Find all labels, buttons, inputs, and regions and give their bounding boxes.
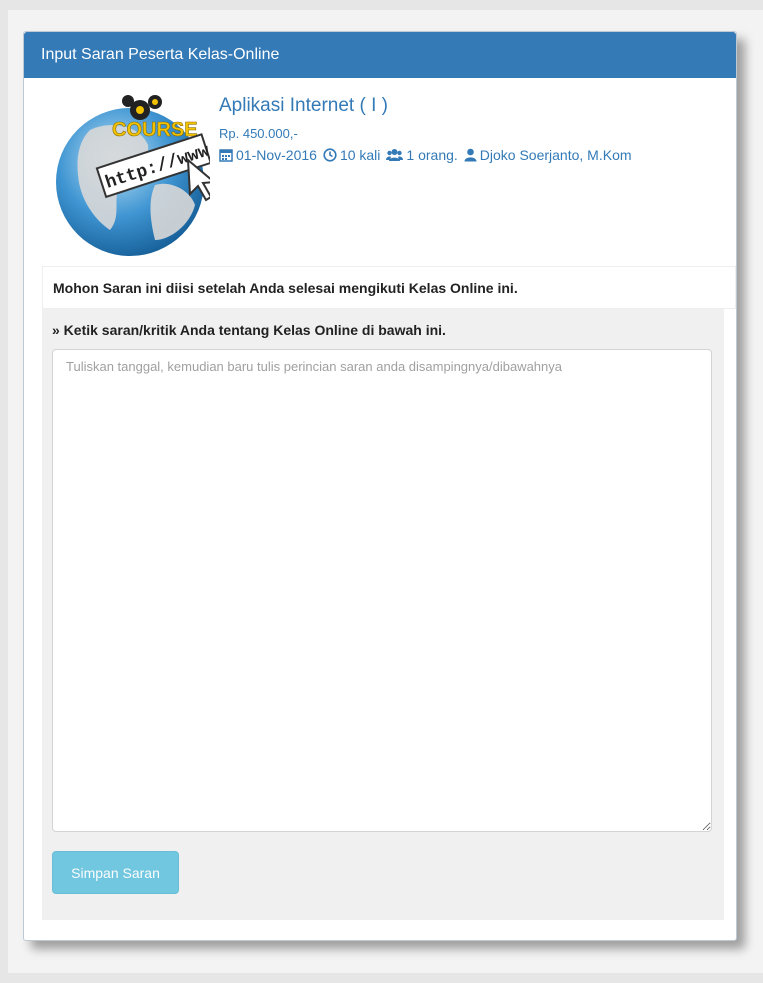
course-instructor-text: Djoko Soerjanto, M.Kom <box>479 147 632 163</box>
panel-heading: Input Saran Peserta Kelas-Online <box>24 32 736 78</box>
form-notice-text: Mohon Saran ini diisi setelah Anda seles… <box>53 279 518 296</box>
thumbnail-course-text: COURSE <box>112 119 198 141</box>
course-price: Rp. 450.000,- <box>219 126 298 141</box>
user-icon <box>464 148 477 162</box>
course-thumbnail: COURSE http://www <box>56 95 210 256</box>
course-date: 01-Nov-2016 <box>219 147 317 163</box>
calendar-icon <box>219 149 233 162</box>
users-icon <box>386 149 404 161</box>
form-notice: Mohon Saran ini diisi setelah Anda seles… <box>42 266 736 309</box>
course-participants: 1 orang. <box>386 147 458 163</box>
panel-title: Input Saran Peserta Kelas-Online <box>41 46 280 63</box>
course-instructor: Djoko Soerjanto, M.Kom <box>464 147 632 163</box>
course-sessions-text: 10 kali <box>339 147 381 163</box>
simpan-saran-button[interactable]: Simpan Saran <box>52 851 179 894</box>
saran-panel: Input Saran Peserta Kelas-Online COURSE <box>23 31 737 941</box>
saran-form: » Ketik saran/kritik Anda tentang Kelas … <box>42 309 724 920</box>
course-title[interactable]: Aplikasi Internet ( I ) <box>219 95 388 117</box>
saran-textarea[interactable] <box>52 349 712 832</box>
course-participants-text: 1 orang. <box>406 147 458 163</box>
course-sessions: 10 kali <box>323 147 380 163</box>
clock-icon <box>323 148 337 162</box>
saran-label: » Ketik saran/kritik Anda tentang Kelas … <box>52 322 446 338</box>
course-meta: 01-Nov-2016 10 kali 1 orang. Djoko Soerj… <box>219 147 638 163</box>
course-info: COURSE http://www Aplikasi Internet ( I … <box>24 78 736 266</box>
course-date-text: 01-Nov-2016 <box>236 147 317 163</box>
